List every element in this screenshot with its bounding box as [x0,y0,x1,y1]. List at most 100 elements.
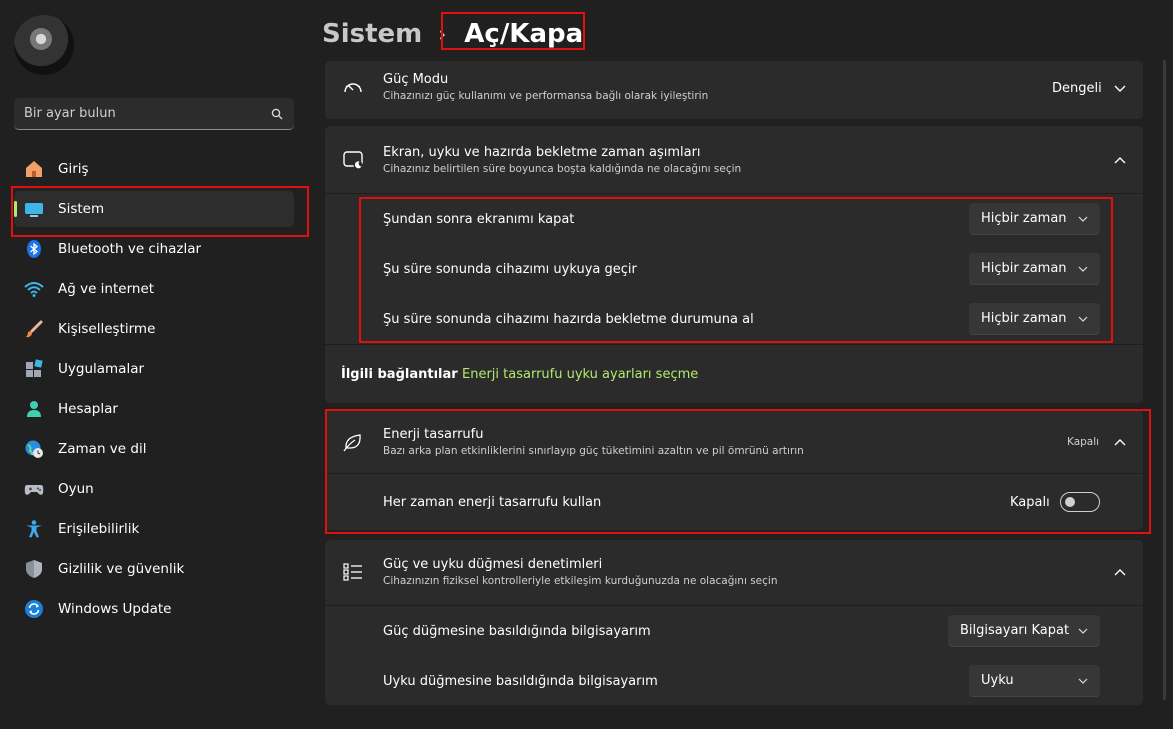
speedometer-icon [342,77,364,99]
sidebar-item-windows-update[interactable]: Windows Update [14,591,294,627]
energy-saver-sleep-link[interactable]: Enerji tasarrufu uyku ayarları seçme [462,367,698,382]
screen-sleep-subtitle: Cihazınız belirtilen süre boyunca boşta … [383,163,742,175]
sidebar-item-privacy[interactable]: Gizlilik ve güvenlik [14,551,294,587]
monitor-icon [24,199,44,219]
sleep-dropdown[interactable]: Hiçbir zaman [969,253,1100,285]
screen-sleep-text: Ekran, uyku ve hazırda bekletme zaman aş… [383,145,741,175]
sidebar-item-time-language[interactable]: Zaman ve dil [14,431,294,467]
sleep-button-label: Uyku düğmesine basıldığında bilgisayarım [383,673,658,689]
sidebar-item-gaming[interactable]: Oyun [14,471,294,507]
screen-sleep-icon [342,149,364,171]
sleep-button-dropdown[interactable]: Uyku [969,665,1100,697]
chevron-up-icon[interactable] [1113,153,1127,167]
power-buttons-title: Güç ve uyku düğmesi denetimleri [383,557,603,572]
power-buttons-subtitle: Cihazınızın fiziksel kontrolleriyle etki… [383,575,778,587]
bluetooth-icon [24,239,44,259]
hibernate-label: Şu süre sonunda cihazımı hazırda bekletm… [383,311,754,327]
sidebar-item-system[interactable]: Sistem [14,191,294,227]
scrollbar[interactable] [1163,60,1166,700]
sidebar-item-label: Hesaplar [58,401,118,417]
leaf-icon [342,431,364,453]
brush-icon [24,319,44,339]
sleep-row: Şu süre sonunda cihazımı uykuya geçir Hi… [325,253,1143,285]
screen-off-value: Hiçbir zaman [981,211,1067,226]
power-button-row: Güç düğmesine basıldığında bilgisayarım … [325,615,1143,647]
sidebar-item-apps[interactable]: Uygulamalar [14,351,294,387]
globe-clock-icon [24,439,44,459]
screen-off-row: Şundan sonra ekranımı kapat Hiçbir zaman [325,203,1143,235]
sidebar-item-accessibility[interactable]: Erişilebilirlik [14,511,294,547]
chevron-down-icon [1078,211,1088,226]
hibernate-row: Şu süre sonunda cihazımı hazırda bekletm… [325,303,1143,335]
sidebar-item-label: Kişiselleştirme [58,321,156,337]
sleep-button-row: Uyku düğmesine basıldığında bilgisayarım… [325,665,1143,697]
power-button-dropdown[interactable]: Bilgisayarı Kapat [948,615,1100,647]
chevron-up-icon[interactable] [1113,435,1127,449]
sleep-value: Hiçbir zaman [981,261,1067,276]
sidebar-item-label: Gizlilik ve güvenlik [58,561,185,577]
energy-saver-title: Enerji tasarrufu [383,427,484,442]
chevron-down-icon [1078,623,1088,638]
screen-off-label: Şundan sonra ekranımı kapat [383,211,575,227]
energy-saver-status: Kapalı [1067,436,1100,448]
user-icon [24,399,44,419]
home-icon [24,159,44,179]
related-links-row: İlgili bağlantılar Enerji tasarrufu uyku… [325,345,1143,403]
sidebar-item-label: Windows Update [58,601,172,617]
sidebar-item-label: Uygulamalar [58,361,145,377]
sidebar-item-bluetooth[interactable]: Bluetooth ve cihazlar [14,231,294,267]
toggle-knob [1065,497,1075,507]
sidebar-item-home[interactable]: Giriş [14,151,294,187]
energy-saver-toggle[interactable] [1060,492,1100,512]
always-energy-saver-row: Her zaman enerji tasarrufu kullan Kapalı [325,474,1143,530]
screen-sleep-header[interactable]: Ekran, uyku ve hazırda bekletme zaman aş… [325,126,1143,193]
energy-saver-subtitle: Bazı arka plan etkinliklerini sınırlayıp… [383,445,804,457]
sidebar: Giriş Sistem Bluetooth ve cihazlar Ağ ve… [0,0,310,729]
power-button-value: Bilgisayarı Kapat [960,623,1070,638]
chevron-down-icon [1078,311,1088,326]
sidebar-item-label: Erişilebilirlik [58,521,140,537]
hibernate-value: Hiçbir zaman [981,311,1067,326]
sidebar-item-label: Oyun [58,481,94,497]
search-input[interactable] [24,106,270,121]
sidebar-item-label: Ağ ve internet [58,281,155,297]
sidebar-item-personalization[interactable]: Kişiselleştirme [14,311,294,347]
screen-off-dropdown[interactable]: Hiçbir zaman [969,203,1100,235]
sleep-button-value: Uyku [981,673,1014,688]
sidebar-item-label: Giriş [58,161,89,177]
breadcrumb: Sistem › Aç/Kapa [322,12,589,56]
power-mode-text: Güç Modu Cihazınızı güç kullanımı ve per… [383,72,708,102]
chevron-down-icon[interactable] [1113,82,1127,96]
avatar[interactable] [14,15,74,75]
chevron-down-icon [1078,261,1088,276]
power-buttons-header[interactable]: Güç ve uyku düğmesi denetimleri Cihazını… [325,540,1143,605]
energy-saver-text: Enerji tasarrufu Bazı arka plan etkinlik… [383,427,804,457]
chevron-up-icon[interactable] [1113,565,1127,579]
power-mode-card[interactable]: Güç Modu Cihazınızı güç kullanımı ve per… [325,61,1143,119]
breadcrumb-chevron-icon: › [438,22,447,46]
search-icon[interactable] [270,107,284,121]
energy-saver-header[interactable]: Enerji tasarrufu Bazı arka plan etkinlik… [325,410,1143,473]
sidebar-item-label: Zaman ve dil [58,441,147,457]
related-links-label: İlgili bağlantılar [341,366,458,382]
screen-sleep-card: Ekran, uyku ve hazırda bekletme zaman aş… [325,126,1143,403]
search-box[interactable] [14,98,294,130]
always-energy-saver-label: Her zaman enerji tasarrufu kullan [383,494,602,510]
sidebar-item-network[interactable]: Ağ ve internet [14,271,294,307]
toggle-state-label: Kapalı [1010,494,1050,510]
update-icon [24,599,44,619]
gamepad-icon [24,479,44,499]
sidebar-item-label: Bluetooth ve cihazlar [58,241,202,257]
divider [325,193,1143,194]
power-mode-subtitle: Cihazınızı güç kullanımı ve performansa … [383,90,709,102]
hibernate-dropdown[interactable]: Hiçbir zaman [969,303,1100,335]
power-button-label: Güç düğmesine basıldığında bilgisayarım [383,623,651,639]
power-mode-value[interactable]: Dengeli [1052,81,1102,96]
breadcrumb-parent[interactable]: Sistem [322,19,422,49]
power-mode-title: Güç Modu [383,72,449,87]
shield-icon [24,559,44,579]
chevron-down-icon [1078,673,1088,688]
wifi-icon [24,279,44,299]
sidebar-nav: Giriş Sistem Bluetooth ve cihazlar Ağ ve… [14,151,294,631]
sidebar-item-accounts[interactable]: Hesaplar [14,391,294,427]
